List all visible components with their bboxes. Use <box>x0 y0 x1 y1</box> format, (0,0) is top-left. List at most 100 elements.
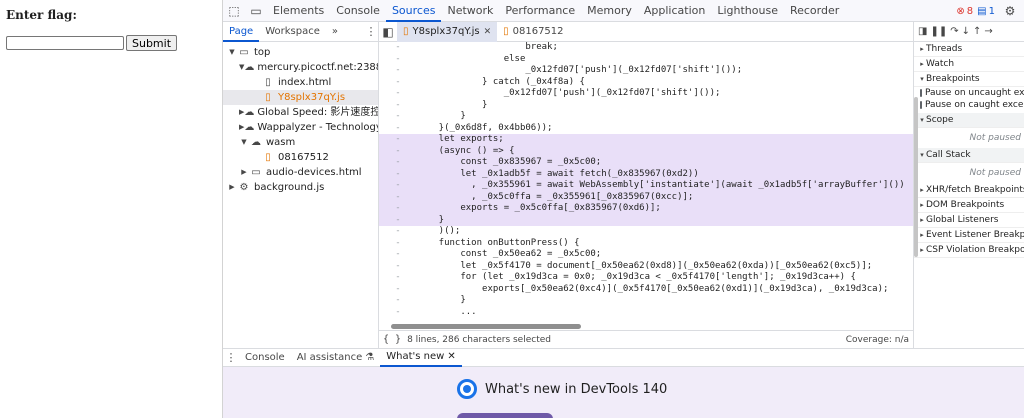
line-gutter[interactable]: - <box>379 100 417 112</box>
tab-application[interactable]: Application <box>638 0 711 22</box>
section-global-listeners[interactable]: ▸ Global Listeners <box>914 213 1024 228</box>
settings-gear-icon[interactable]: ⚙ <box>999 0 1021 22</box>
line-gutter[interactable]: - <box>379 295 417 307</box>
pause-caught-checkbox[interactable]: Pause on caught except <box>914 99 1024 111</box>
pause-uncaught-checkbox[interactable]: Pause on uncaught exce <box>914 87 1024 99</box>
section-scope[interactable]: ▾ Scope <box>914 113 1024 128</box>
pause-icon[interactable]: ❚❚ <box>930 26 947 37</box>
code-line[interactable]: - let exports; <box>379 134 913 146</box>
toggle-navigator-icon[interactable]: ◧ <box>379 21 397 43</box>
checkbox-icon[interactable] <box>920 89 922 97</box>
code-line[interactable]: - } <box>379 100 913 112</box>
close-icon[interactable]: ✕ <box>447 348 455 366</box>
line-gutter[interactable]: - <box>379 111 417 123</box>
line-gutter[interactable]: - <box>379 215 417 227</box>
error-badge[interactable]: ⊗ 8 <box>956 6 973 17</box>
tab-console[interactable]: Console <box>330 0 386 22</box>
section-watch[interactable]: ▸ Watch <box>914 57 1024 72</box>
drawer-menu-icon[interactable]: ⋮ <box>223 351 239 364</box>
device-toolbar-icon[interactable]: ▭ <box>245 0 267 22</box>
tree-item[interactable]: ▶ ▭ audio-devices.html <box>223 165 378 180</box>
flag-input[interactable] <box>6 36 124 50</box>
tree-item[interactable]: ▶ ☁ Wappalyzer - Technology... <box>223 120 378 135</box>
section-threads[interactable]: ▸ Threads <box>914 42 1024 57</box>
code-line[interactable]: - } <box>379 214 913 227</box>
line-gutter[interactable]: - <box>379 123 417 135</box>
step-icon[interactable]: → <box>984 26 992 37</box>
whats-new-button[interactable] <box>457 413 553 418</box>
code-line[interactable]: - } <box>379 111 913 123</box>
tab-console[interactable]: Console <box>239 349 291 367</box>
section-breakpoints[interactable]: ▾ Breakpoints <box>914 72 1024 87</box>
code-line[interactable]: - } catch (_0x4f8a) { <box>379 77 913 89</box>
line-gutter[interactable]: - <box>379 180 417 192</box>
scrollbar-thumb[interactable] <box>391 324 581 329</box>
submit-button[interactable]: Submit <box>126 35 178 51</box>
tab-recorder[interactable]: Recorder <box>784 0 845 22</box>
line-gutter[interactable]: - <box>379 272 417 284</box>
line-gutter[interactable]: - <box>379 54 417 66</box>
tab-network[interactable]: Network <box>441 0 499 22</box>
code-line[interactable]: - }(_0x6d8f, 0x4bb06)); <box>379 123 913 135</box>
code-line[interactable]: - else <box>379 54 913 66</box>
line-gutter[interactable]: - <box>379 203 417 215</box>
code-line[interactable]: - )(); <box>379 226 913 238</box>
code-line[interactable]: - exports[_0x50ea62(0xc4)](_0x5f4170[_0x… <box>379 284 913 296</box>
line-gutter[interactable]: - <box>379 261 417 273</box>
code-line[interactable]: - const _0x835967 = _0x5c00; <box>379 157 913 169</box>
tree-item[interactable]: ▯ 08167512 <box>223 150 378 165</box>
tab-page[interactable]: Page <box>223 22 260 42</box>
line-gutter[interactable]: - <box>379 307 417 319</box>
code-line[interactable]: - break; <box>379 42 913 54</box>
code-line[interactable]: - let _0x1adb5f = await fetch(_0x835967(… <box>379 168 913 181</box>
inspect-element-icon[interactable]: ⬚ <box>223 0 245 22</box>
code-line[interactable]: - for (let _0x19d3ca = 0x0; _0x19d3ca < … <box>379 272 913 284</box>
line-gutter[interactable]: - <box>379 284 417 296</box>
section-csp-violation-breakpoi[interactable]: ▸ CSP Violation Breakpoi <box>914 243 1024 258</box>
line-gutter[interactable]: - <box>379 88 417 100</box>
code-line[interactable]: - function onButtonPress() { <box>379 238 913 250</box>
checkbox-icon[interactable] <box>920 101 922 109</box>
tab-lighthouse[interactable]: Lighthouse <box>711 0 784 22</box>
tab-memory[interactable]: Memory <box>581 0 638 22</box>
line-gutter[interactable]: - <box>379 77 417 89</box>
code-line[interactable]: - , _0x5c0ffa = _0x355961[_0x835967(0xcc… <box>379 191 913 204</box>
line-gutter[interactable]: - <box>379 169 417 181</box>
coverage-status[interactable]: Coverage: n/a <box>846 335 909 345</box>
tree-item[interactable]: ▼ ▭ top <box>223 45 378 60</box>
step-out-icon[interactable]: ↑ <box>973 26 981 37</box>
code-line[interactable]: - exports = _0x5c0ffa[_0x835967(0xd6)]; <box>379 203 913 215</box>
code-line[interactable]: - ... <box>379 307 913 319</box>
code-line[interactable]: - _0x12fd07['push'](_0x12fd07['shift']()… <box>379 65 913 77</box>
code-line[interactable]: - const _0x50ea62 = _0x5c00; <box>379 249 913 261</box>
sidebar-scrollbar[interactable] <box>914 97 918 257</box>
close-icon[interactable]: ✕ <box>484 22 492 42</box>
line-gutter[interactable]: - <box>379 192 417 204</box>
line-gutter[interactable]: - <box>379 146 417 158</box>
section-dom-breakpoints[interactable]: ▸ DOM Breakpoints <box>914 198 1024 213</box>
line-gutter[interactable]: - <box>379 65 417 77</box>
tree-item[interactable]: ▯ Y8splx37qY.js <box>223 90 378 105</box>
tab-sources[interactable]: Sources <box>385 0 442 22</box>
line-gutter[interactable]: - <box>379 42 417 54</box>
tree-item[interactable]: ▯ index.html <box>223 75 378 90</box>
tab-whats-new[interactable]: What's new ✕ <box>380 348 462 367</box>
line-gutter[interactable]: - <box>379 226 417 238</box>
triangle-down-icon[interactable]: ▼ <box>227 45 237 60</box>
tab-workspace[interactable]: Workspace <box>259 22 326 42</box>
editor-tab[interactable]: ▯ 08167512 <box>497 22 569 42</box>
kebab-menu-icon[interactable]: ⋮ <box>364 25 378 38</box>
toggle-sidebar-icon[interactable]: ◨ <box>918 26 927 37</box>
section-call-stack[interactable]: ▾ Call Stack <box>914 148 1024 163</box>
code-line[interactable]: - (async () => { <box>379 145 913 158</box>
code-line[interactable]: - , _0x355961 = await WebAssembly['insta… <box>379 180 913 192</box>
code-line[interactable]: - let _0x5f4170 = document[_0x50ea62(0xd… <box>379 261 913 273</box>
triangle-right-icon[interactable]: ▶ <box>227 180 237 195</box>
code-view[interactable]: - break; - else - _0x12fd07['push'](_0x12f… <box>379 42 913 318</box>
section-xhr-fetch-breakpoints[interactable]: ▸ XHR/fetch Breakpoints <box>914 183 1024 198</box>
line-gutter[interactable]: - <box>379 249 417 261</box>
pretty-print-icon[interactable]: { } <box>383 334 401 345</box>
tree-item[interactable]: ▶ ⚙ background.js <box>223 180 378 195</box>
more-tabs-icon[interactable]: » <box>326 22 344 42</box>
message-badge[interactable]: ▤ 1 <box>977 6 995 17</box>
